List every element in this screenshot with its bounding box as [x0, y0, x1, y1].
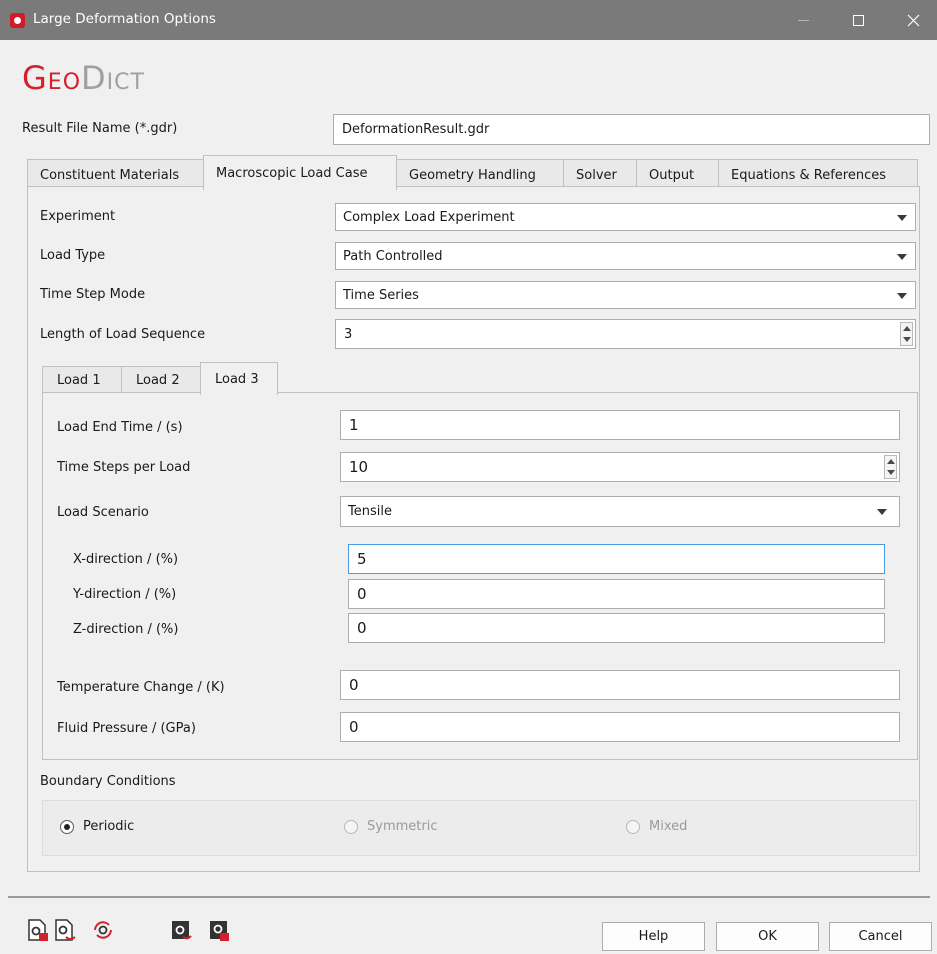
maximize-icon: [852, 14, 864, 26]
logo-part-dict: Dict: [81, 59, 145, 97]
temperature-change-input[interactable]: 0: [340, 670, 900, 700]
result-file-input[interactable]: DeformationResult.gdr: [333, 114, 930, 145]
y-direction-label: Y-direction / (%): [73, 587, 177, 602]
time-step-mode-label: Time Step Mode: [40, 287, 146, 302]
temperature-change-label: Temperature Change / (K): [57, 680, 225, 695]
load-end-time-label: Load End Time / (s): [57, 420, 183, 435]
x-direction-input[interactable]: 5: [348, 544, 885, 574]
load-sequence-length-label: Length of Load Sequence: [40, 327, 206, 342]
close-button[interactable]: [890, 0, 936, 40]
load-sequence-length-spinbox[interactable]: 3: [335, 319, 916, 349]
tab-macroscopic-load-case[interactable]: Macroscopic Load Case: [203, 155, 397, 190]
experiment-value: Complex Load Experiment: [343, 209, 515, 225]
title-bar: Large Deformation Options: [0, 0, 937, 40]
minimize-button[interactable]: [780, 0, 826, 40]
time-steps-value: 10: [349, 458, 369, 476]
time-steps-spinbox[interactable]: 10: [340, 452, 900, 482]
reset-settings-icon[interactable]: [92, 918, 114, 942]
result-file-label: Result File Name (*.gdr): [22, 121, 178, 136]
fluid-pressure-label: Fluid Pressure / (GPa): [57, 721, 196, 736]
geodict-logo: GeoDict: [22, 62, 145, 94]
radio-mixed[interactable]: Mixed: [626, 819, 687, 834]
boundary-conditions-label: Boundary Conditions: [40, 774, 176, 789]
x-direction-label: X-direction / (%): [73, 552, 179, 567]
time-steps-label: Time Steps per Load: [57, 460, 191, 475]
radio-symmetric[interactable]: Symmetric: [344, 819, 437, 834]
spinner-arrows-icon[interactable]: [884, 455, 897, 479]
radio-empty-icon: [626, 819, 640, 834]
boundary-conditions-group: [42, 800, 917, 856]
load-scenario-select[interactable]: Tensile: [340, 496, 900, 527]
load-tab-bar: Load 1 Load 2 Load 3: [42, 362, 278, 395]
ok-button[interactable]: OK: [716, 922, 819, 951]
load-type-value: Path Controlled: [343, 248, 443, 264]
z-direction-label: Z-direction / (%): [73, 622, 179, 637]
time-step-mode-select[interactable]: Time Series: [335, 281, 916, 309]
radio-periodic-label: Periodic: [83, 819, 135, 834]
radio-symmetric-label: Symmetric: [367, 819, 438, 834]
fluid-pressure-input[interactable]: 0: [340, 712, 900, 742]
time-step-mode-value: Time Series: [343, 287, 419, 303]
app-icon: [10, 13, 25, 28]
load-scenario-label: Load Scenario: [57, 505, 149, 520]
z-direction-input[interactable]: 0: [348, 613, 885, 643]
cancel-button[interactable]: Cancel: [829, 922, 932, 951]
import-settings-icon[interactable]: [170, 918, 192, 942]
maximize-button[interactable]: [835, 0, 881, 40]
load-end-time-input[interactable]: 1: [340, 410, 900, 440]
load-3-panel: [42, 392, 918, 760]
load-type-label: Load Type: [40, 248, 106, 263]
minimize-icon: [797, 19, 809, 21]
radio-mixed-label: Mixed: [649, 819, 688, 834]
experiment-label: Experiment: [40, 209, 116, 224]
footer-divider: [8, 896, 930, 898]
radio-periodic[interactable]: Periodic: [60, 819, 134, 834]
save-settings-icon[interactable]: [54, 918, 76, 942]
experiment-select[interactable]: Complex Load Experiment: [335, 203, 916, 231]
load-settings-icon[interactable]: [27, 918, 49, 942]
y-direction-input[interactable]: 0: [348, 579, 885, 609]
tab-load-3[interactable]: Load 3: [200, 362, 278, 395]
load-scenario-value: Tensile: [348, 504, 392, 519]
load-sequence-length-value: 3: [344, 326, 353, 342]
tab-load-1[interactable]: Load 1: [42, 366, 122, 394]
load-type-select[interactable]: Path Controlled: [335, 242, 916, 270]
export-settings-icon[interactable]: [208, 918, 230, 942]
radio-selected-icon: [60, 819, 74, 834]
chevron-down-icon: [897, 293, 907, 299]
help-button[interactable]: Help: [602, 922, 705, 951]
close-icon: [907, 14, 919, 26]
tab-load-2[interactable]: Load 2: [121, 366, 201, 394]
logo-part-geo: Geo: [22, 59, 82, 97]
radio-empty-icon: [344, 819, 358, 834]
chevron-down-icon: [897, 254, 907, 260]
spinner-arrows-icon[interactable]: [900, 322, 913, 346]
chevron-down-icon: [877, 509, 887, 515]
chevron-down-icon: [897, 215, 907, 221]
window-title: Large Deformation Options: [33, 11, 216, 27]
main-tab-bar: Constituent Materials Macroscopic Load C…: [27, 155, 918, 190]
